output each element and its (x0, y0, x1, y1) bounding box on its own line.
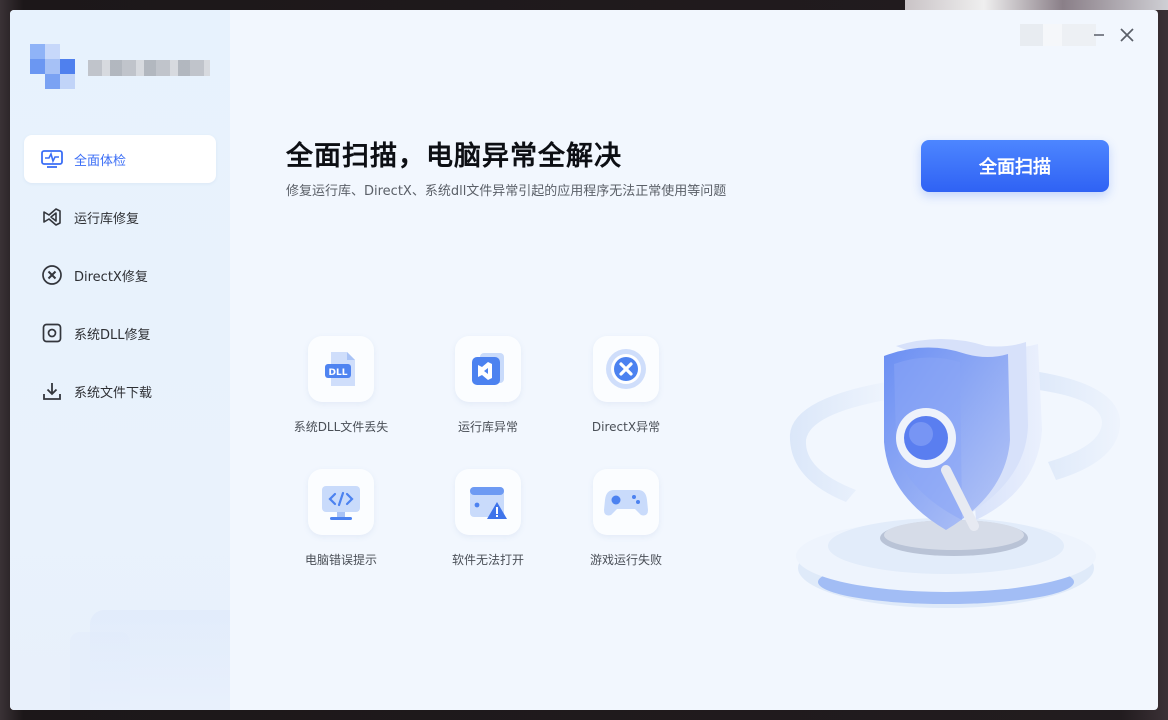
minimize-button[interactable] (1088, 24, 1110, 46)
page-subtitle: 修复运行库、DirectX、系统dll文件异常引起的应用程序无法正常使用等问题 (286, 184, 727, 199)
sidebar: 全面体检 运行库修复 DirectX修复 系统DLL修复 系统文件下载 (10, 10, 230, 710)
sidebar-item-directx-repair[interactable]: DirectX修复 (24, 251, 216, 299)
decorative-folder (90, 610, 230, 710)
feature-runtime-error: 运行库异常 (418, 336, 558, 435)
feature-icon-box: DLL (308, 336, 374, 402)
feature-icon-box (593, 469, 659, 535)
feature-software-wont-open: 软件无法打开 (418, 469, 558, 568)
feature-label: 电脑错误提示 (304, 553, 377, 567)
sidebar-item-runtime-repair[interactable]: 运行库修复 (24, 193, 216, 241)
page-title: 全面扫描，电脑异常全解决 (286, 141, 622, 172)
feature-icon-box (308, 469, 374, 535)
title-area-blurred (1020, 24, 1096, 46)
app-logo (30, 44, 76, 90)
sidebar-item-label: 系统文件下载 (74, 385, 153, 401)
feature-label: 系统DLL文件丢失 (293, 420, 389, 434)
sidebar-item-label: DirectX修复 (74, 269, 148, 285)
code-monitor-icon (322, 486, 360, 520)
feature-icon-box (455, 469, 521, 535)
sidebar-item-label: 系统DLL修复 (74, 327, 151, 343)
feature-directx-error: DirectX异常 (556, 336, 696, 435)
gamepad-icon (604, 490, 648, 516)
full-scan-button[interactable]: 全面扫描 (921, 140, 1109, 192)
feature-label: DirectX异常 (591, 420, 661, 434)
app-window: 全面体检 运行库修复 DirectX修复 系统DLL修复 系统文件下载 全面扫描… (10, 10, 1158, 710)
feature-game-run-failure: 游戏运行失败 (556, 469, 696, 568)
runtime-icon (472, 353, 504, 385)
minimize-icon (1094, 34, 1104, 36)
sidebar-item-label: 全面体检 (74, 153, 127, 169)
visual-studio-icon (40, 205, 64, 229)
feature-dll-missing: DLL 系统DLL文件丢失 (271, 336, 411, 435)
feature-icon-box (455, 336, 521, 402)
dll-file-icon: DLL (325, 352, 355, 386)
close-icon (1120, 28, 1134, 42)
sidebar-item-dll-repair[interactable]: 系统DLL修复 (24, 309, 216, 357)
sidebar-item-full-checkup[interactable]: 全面体检 (24, 135, 216, 183)
download-icon (40, 379, 64, 403)
sidebar-item-label: 运行库修复 (74, 211, 140, 227)
sidebar-item-system-file-download[interactable]: 系统文件下载 (24, 367, 216, 415)
background-window-strip (905, 0, 1168, 10)
app-name-blurred (88, 60, 210, 76)
svg-text:DLL: DLL (329, 368, 348, 378)
shield-scan-illustration (789, 339, 1121, 608)
directx-circle-icon (40, 263, 64, 287)
monitor-pulse-icon (40, 147, 64, 171)
directx-icon (606, 349, 646, 389)
window-warning-icon (470, 487, 507, 519)
feature-label: 运行库异常 (457, 420, 518, 434)
feature-label: 游戏运行失败 (589, 553, 662, 567)
close-button[interactable] (1116, 24, 1138, 46)
feature-label: 软件无法打开 (451, 553, 524, 567)
feature-pc-error-prompt: 电脑错误提示 (271, 469, 411, 568)
feature-icon-box (593, 336, 659, 402)
dll-gear-icon (40, 321, 64, 345)
